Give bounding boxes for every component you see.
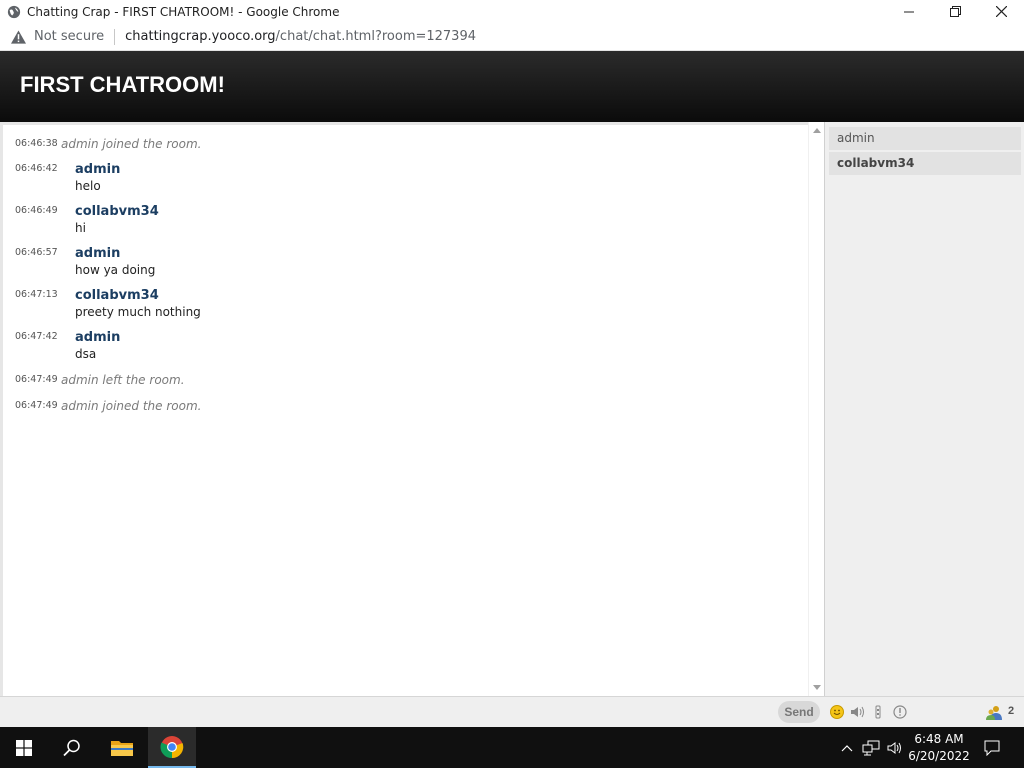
chrome-taskbar-button[interactable]: [148, 727, 196, 768]
user-list-item-self[interactable]: collabvm34: [829, 152, 1021, 175]
close-icon: [995, 6, 1007, 17]
room-title: FIRST CHATROOM!: [20, 72, 225, 97]
smiley-icon[interactable]: [830, 705, 844, 719]
timestamp: 06:46:57: [15, 247, 58, 258]
search-icon: [63, 739, 80, 756]
timestamp: 06:47:49: [15, 400, 58, 411]
timestamp: 06:47:42: [15, 331, 58, 342]
chevron-up-icon: [841, 744, 853, 751]
warning-icon[interactable]: [11, 29, 26, 44]
volume-icon: [887, 741, 901, 754]
chrome-icon: [160, 735, 184, 758]
clock-date: 6/20/2022: [908, 749, 970, 763]
timestamp: 06:47:49: [15, 374, 58, 385]
message-text: preety much nothing: [75, 305, 201, 319]
show-hidden-icons-button[interactable]: [838, 727, 856, 768]
message-scrollbar[interactable]: [808, 122, 824, 696]
minimize-button[interactable]: [886, 0, 932, 23]
file-explorer-button[interactable]: [98, 727, 146, 768]
address-bar[interactable]: Not secure chattingcrap.yooco.org/chat/c…: [0, 23, 1024, 51]
url-text[interactable]: chattingcrap.yooco.org/chat/chat.html?ro…: [125, 29, 476, 44]
timestamp: 06:47:13: [15, 289, 58, 300]
scroll-down-arrow-icon[interactable]: [813, 685, 821, 690]
message-input[interactable]: [4, 700, 774, 724]
info-icon[interactable]: [893, 705, 907, 719]
address-divider: [114, 28, 116, 45]
window-titlebar: Chatting Crap - FIRST CHATROOM! - Google…: [0, 0, 1024, 23]
window-title: Chatting Crap - FIRST CHATROOM! - Google…: [27, 4, 340, 19]
user-count: 2: [1008, 705, 1015, 717]
globe-icon: [7, 5, 21, 18]
users-icon[interactable]: [985, 705, 1003, 721]
minimize-icon: [904, 11, 914, 12]
system-text: admin joined the room.: [61, 137, 202, 151]
clock-time: 6:48 AM: [914, 732, 964, 746]
restore-icon: [949, 6, 961, 17]
room-header: FIRST CHATROOM!: [0, 51, 1024, 122]
message-username[interactable]: collabvm34: [75, 288, 159, 303]
timestamp: 06:46:42: [15, 163, 58, 174]
url-host: chattingcrap.yooco.org: [125, 29, 276, 44]
message-compose-bar: Send 2: [0, 696, 1024, 727]
notification-center-icon: [984, 740, 1000, 756]
message-list[interactable]: 06:46:38 admin joined the room. 06:46:42…: [0, 122, 808, 696]
notification-icon[interactable]: [874, 705, 882, 719]
file-explorer-icon: [111, 740, 133, 756]
sound-icon[interactable]: [850, 705, 866, 719]
timestamp: 06:46:49: [15, 205, 58, 216]
start-button[interactable]: [0, 727, 48, 768]
user-list-item[interactable]: admin: [829, 127, 1021, 150]
user-list: admin collabvm34: [824, 122, 1024, 696]
message-username[interactable]: admin: [75, 330, 120, 345]
network-icon: [862, 740, 880, 755]
restore-button[interactable]: [932, 0, 978, 23]
taskbar-search-button[interactable]: [48, 727, 96, 768]
message-text: how ya doing: [75, 263, 156, 277]
message-username[interactable]: admin: [75, 162, 120, 177]
volume-control[interactable]: [884, 727, 906, 768]
send-button[interactable]: Send: [778, 701, 820, 723]
message-text: helo: [75, 179, 101, 193]
system-clock[interactable]: 6:48 AM 6/20/2022: [905, 731, 973, 765]
message-text: hi: [75, 221, 86, 235]
message-text: dsa: [75, 347, 97, 361]
system-text: admin joined the room.: [61, 399, 202, 413]
action-center-button[interactable]: [978, 727, 1006, 768]
security-label[interactable]: Not secure: [34, 29, 104, 44]
message-username[interactable]: admin: [75, 246, 120, 261]
url-path: /chat/chat.html?room=127394: [275, 29, 476, 44]
system-text: admin left the room.: [61, 373, 185, 387]
timestamp: 06:46:38: [15, 138, 58, 149]
network-status[interactable]: [860, 727, 882, 768]
taskbar: 6:48 AM 6/20/2022: [0, 727, 1024, 768]
windows-logo-icon: [16, 739, 32, 756]
close-button[interactable]: [978, 0, 1024, 23]
scroll-up-arrow-icon[interactable]: [813, 128, 821, 133]
message-username[interactable]: collabvm34: [75, 204, 159, 219]
